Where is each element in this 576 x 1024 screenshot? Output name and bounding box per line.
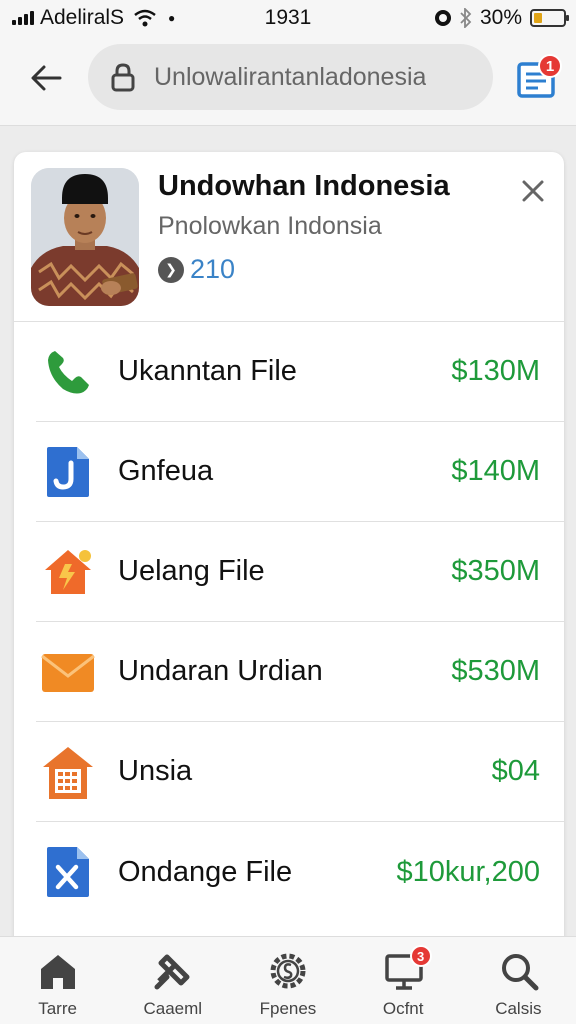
envelope-icon [40,644,96,700]
document-x-icon [40,844,96,900]
dot-icon: ● [168,11,176,25]
row-value: $140M [451,455,540,487]
row-label: Ukanntan File [118,355,297,387]
status-bar: AdeliralS ● 1931 30% [0,0,576,36]
phone-icon [40,344,96,400]
row-value: $10kur,200 [396,855,540,888]
nav-label: Caaeml [143,999,203,1018]
carrier-name: AdeliralS [40,6,125,29]
wifi-icon [134,9,156,27]
avatar [31,168,139,306]
nav-item-home[interactable]: Tarre [0,937,115,1024]
badge-icon: ❯ [158,256,184,283]
arrow-left-icon [31,65,62,91]
row-value: $130M [451,355,540,387]
profile-name: Undowhan Indonesia [158,170,450,202]
list-item[interactable]: Uelang File $350M [36,522,564,622]
nav-label: Tarre [38,999,77,1018]
status-right: 30% [434,6,569,30]
alarm-icon [434,10,451,26]
person-portrait [31,168,139,306]
row-label: Unsia [118,755,193,787]
list-item[interactable]: Gnfeua $140M [36,422,564,522]
document-j-icon [40,444,96,500]
battery-fill [534,13,543,23]
row-label: Uelang File [118,555,265,587]
profile-subtitle: Pnolowkan Indonsia [158,212,382,240]
content-card: Undowhan Indonesia Pnolowkan Indonsia ❯ … [14,152,564,952]
nav-label: Fpenes [259,999,317,1018]
nav-label: Ocfnt [382,999,424,1018]
profile-header: Undowhan Indonesia Pnolowkan Indonsia ❯ … [14,152,564,322]
list-item[interactable]: Unsia $04 [36,722,564,822]
notification-badge: 3 [409,945,432,967]
lock-icon [111,63,135,92]
building-icon [40,744,96,800]
row-label: Ondange File [118,855,293,888]
battery-percent: 30% [479,6,522,29]
nav-label: Calsis [495,999,542,1018]
bluetooth-icon [460,8,472,28]
nav-item-settings[interactable]: Fpenes [230,937,345,1024]
list-item[interactable]: Ondange File $10kur,200 [36,822,564,922]
row-label: Gnfeua [118,455,214,487]
back-button[interactable] [26,58,66,98]
row-value: $04 [491,755,540,787]
row-value: $530M [451,655,540,687]
nav-item-search[interactable]: Calsis [461,937,576,1024]
status-left: AdeliralS ● [12,6,222,30]
nav-item-monitor[interactable]: 3 Ocfnt [346,937,461,1024]
gear-dollar-icon [270,953,306,989]
battery-icon [530,9,569,27]
house-bolt-icon [40,544,96,600]
url-text: Unlowalirantanladonesia [154,62,427,91]
tabs-badge: 1 [538,54,562,78]
bottom-nav: Tarre Caaeml Fpenes 3 Ocfnt Calsis [0,936,576,1024]
nav-item-tools[interactable]: Caaeml [115,937,230,1024]
search-icon [501,954,539,991]
list-item[interactable]: Ukanntan File $130M [36,322,564,422]
browser-toolbar: Unlowalirantanladonesia [0,36,576,126]
tools-icon [154,954,190,990]
row-label: Undaran Urdian [118,655,323,687]
home-icon [41,955,75,989]
close-button[interactable] [520,178,546,204]
list-item[interactable]: Undaran Urdian $530M [36,622,564,722]
row-value: $350M [451,555,540,587]
profile-count-value: 210 [190,254,236,284]
signal-icon [12,11,34,25]
address-bar[interactable]: Unlowalirantanladonesia [88,44,493,110]
profile-count: ❯ 210 [158,254,235,285]
